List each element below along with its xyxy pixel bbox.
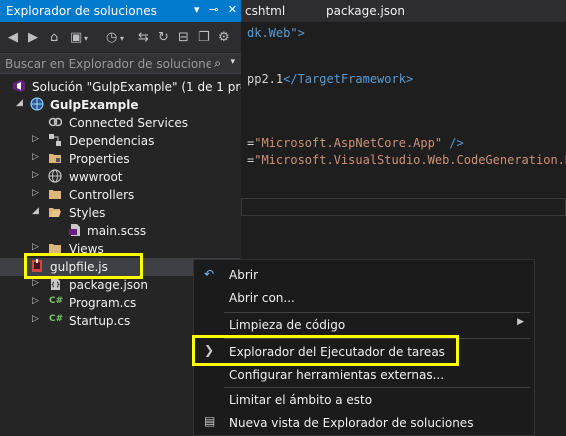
tab-cshtml[interactable]: cshtml — [245, 4, 285, 18]
panel-title-bar: Explorador de soluciones ▾ ⊸ ✕ — [0, 0, 241, 22]
highlight-gulpfile — [24, 253, 143, 279]
collapsed-arrow-icon[interactable]: ▷ — [32, 296, 39, 306]
code-line: ="Microsoft.AspNetCore.App" /> — [247, 136, 464, 150]
views-dropdown-icon[interactable]: ▾ — [84, 34, 88, 43]
code-line: ="Microsoft.VisualStudio.Web.CodeGenerat… — [247, 153, 566, 167]
code-line: pp2.1</TargetFramework> — [247, 72, 414, 86]
menu-item-abrir[interactable]: Abrir — [229, 268, 258, 282]
new-view-icon: ▤ — [204, 414, 216, 428]
menu-item-limpieza[interactable]: Limpieza de código — [229, 318, 345, 332]
back-icon[interactable]: ◀ — [8, 30, 18, 45]
csharp-file-icon: C# — [49, 296, 64, 306]
collapsed-arrow-icon[interactable]: ▷ — [32, 278, 39, 288]
json-file-icon — [50, 278, 61, 290]
collapsed-arrow-icon[interactable]: ▷ — [32, 170, 39, 180]
tree-solution[interactable]: Solución "GulpExample" (1 de 1 proyec — [0, 78, 268, 96]
menu-item-limitar[interactable]: Limitar el ámbito a esto — [229, 393, 372, 407]
editor-tab-bar: cshtml package.json — [241, 0, 566, 22]
menu-separator — [224, 387, 530, 388]
csharp-file-icon: C# — [49, 314, 64, 324]
tree-item-connected-services[interactable]: Connected Services — [0, 114, 241, 132]
collapsed-arrow-icon[interactable]: ▷ — [32, 134, 39, 144]
tree-item-properties[interactable]: ▷ Properties — [0, 150, 241, 168]
tree-item-main-scss[interactable]: main.scss — [0, 222, 241, 240]
tree-item-dependencias[interactable]: ▷ Dependencias — [0, 132, 241, 150]
refresh-icon[interactable]: ↻ — [158, 30, 169, 45]
search-input[interactable]: Buscar en Explorador de soluciones (C — [5, 57, 211, 71]
menu-separator — [224, 312, 530, 313]
history-icon[interactable]: ◷ — [106, 30, 117, 45]
properties-icon[interactable]: ⚙ — [218, 30, 230, 45]
web-project-icon — [30, 97, 44, 111]
tree-item-styles[interactable]: ◢ Styles — [0, 204, 241, 222]
pin-icon[interactable]: ⊸ — [209, 3, 218, 16]
scss-file-icon — [69, 224, 80, 236]
show-all-files-icon[interactable]: ❐ — [198, 30, 210, 45]
search-box[interactable]: Buscar en Explorador de soluciones (C ⌕ … — [0, 53, 241, 74]
search-options-icon[interactable]: ▾ — [230, 57, 235, 67]
dependencies-icon — [49, 134, 61, 146]
folder-icon — [49, 190, 61, 199]
collapse-all-icon[interactable]: ⊟ — [178, 30, 189, 45]
menu-item-configurar[interactable]: Configurar herramientas externas... — [229, 368, 444, 382]
forward-icon[interactable]: ▶ — [28, 30, 38, 45]
expanded-arrow-icon[interactable]: ◢ — [16, 98, 23, 108]
globe-icon — [48, 169, 62, 183]
home-icon[interactable]: ⌂ — [50, 30, 58, 45]
folder-open-icon — [49, 208, 61, 217]
tree-project-label: GulpExample — [50, 98, 139, 112]
sync-icon[interactable]: ⇆ — [138, 30, 149, 45]
search-icon[interactable]: ⌕ — [214, 56, 221, 71]
expanded-arrow-icon[interactable]: ◢ — [32, 206, 39, 216]
tab-package-json[interactable]: package.json — [326, 4, 405, 18]
dropdown-icon[interactable]: ▾ — [194, 3, 200, 16]
menu-item-nueva-vista[interactable]: Nueva vista de Explorador de soluciones — [229, 416, 473, 430]
properties-folder-icon — [49, 154, 61, 163]
collapsed-arrow-icon[interactable]: ▷ — [32, 152, 39, 162]
tree-project[interactable]: ◢ GulpExample — [0, 96, 241, 114]
current-line-indicator — [241, 198, 566, 216]
tree-item-controllers[interactable]: ▷ Controllers — [0, 186, 241, 204]
history-dropdown-icon[interactable]: ▾ — [120, 34, 124, 43]
open-icon: ↶ — [204, 267, 215, 281]
collapsed-arrow-icon[interactable]: ▷ — [32, 188, 39, 198]
tree-solution-label: Solución "GulpExample" (1 de 1 proyec — [32, 80, 269, 94]
close-icon[interactable]: ✕ — [228, 3, 237, 16]
collapsed-arrow-icon[interactable]: ▷ — [32, 242, 39, 252]
highlight-task-runner — [192, 335, 459, 366]
panel-toolbar: ◀ ▶ ⌂ ▣ ▾ ◷ ▾ ⇆ ↻ ⊟ ❐ ⚙ — [0, 22, 241, 52]
submenu-arrow-icon: ▶ — [517, 317, 524, 327]
menu-item-abrir-con[interactable]: Abrir con... — [229, 291, 295, 305]
connected-services-icon — [48, 117, 62, 127]
tree-item-wwwroot[interactable]: ▷ wwwroot — [0, 168, 241, 186]
collapsed-arrow-icon[interactable]: ▷ — [32, 314, 39, 324]
solution-icon — [13, 80, 25, 92]
panel-title: Explorador de soluciones — [6, 4, 157, 18]
code-line: dk.Web"> — [247, 26, 305, 40]
switch-views-icon[interactable]: ▣ — [70, 30, 82, 45]
